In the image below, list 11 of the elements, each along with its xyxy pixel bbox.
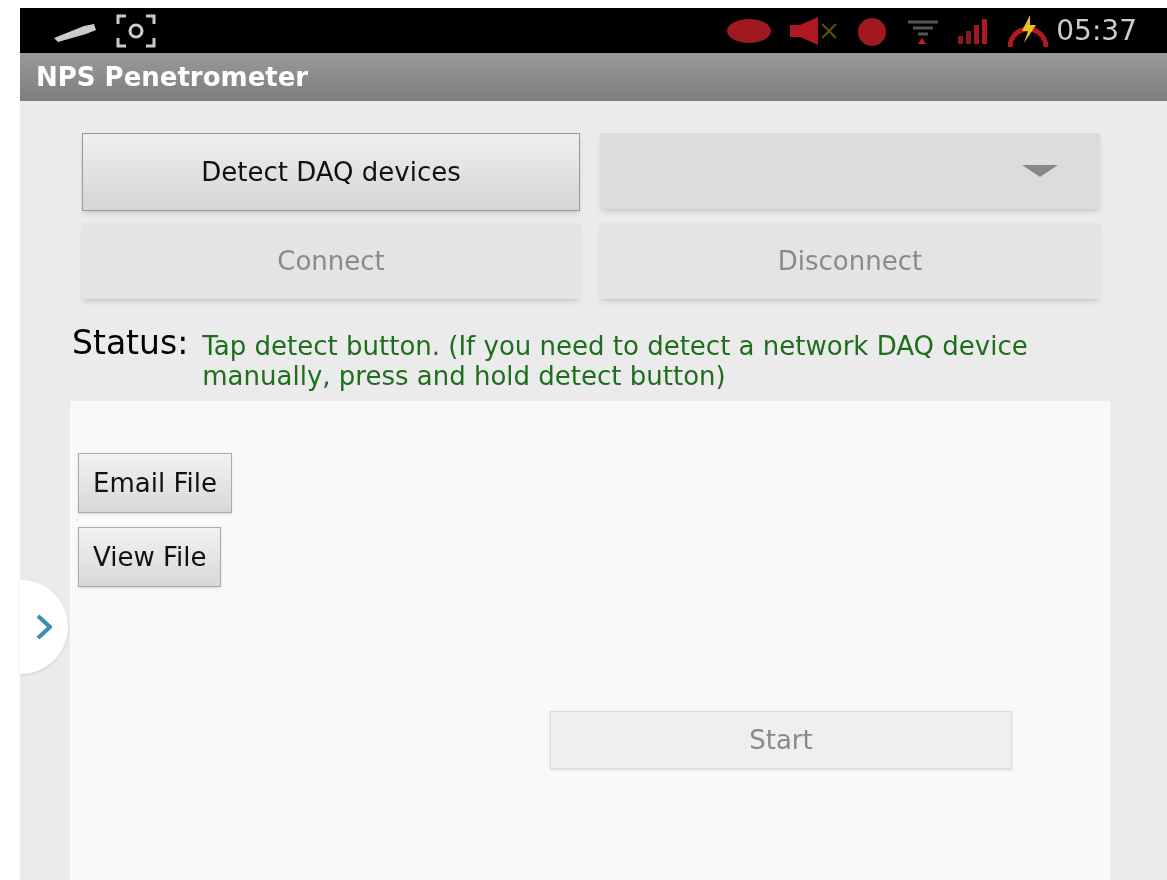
- status-label: Status:: [72, 327, 189, 364]
- status-message: Tap detect button. (If you need to detect a network DAQ device manually, press and hold detect button): [202, 330, 1029, 391]
- chevron-right-icon: [36, 614, 52, 640]
- dropdown-caret-icon: [1022, 165, 1058, 177]
- view-file-button[interactable]: View File: [78, 527, 222, 587]
- speaker-muted-icon: [788, 15, 839, 46]
- detect-devices-button[interactable]: Detect DAQ devices: [82, 133, 580, 211]
- screenshot-icon: [116, 13, 156, 48]
- clock-time: 05:37: [1056, 12, 1137, 49]
- app-title: NPS Penetrometer: [36, 60, 309, 94]
- email-file-button[interactable]: Email File: [78, 453, 232, 513]
